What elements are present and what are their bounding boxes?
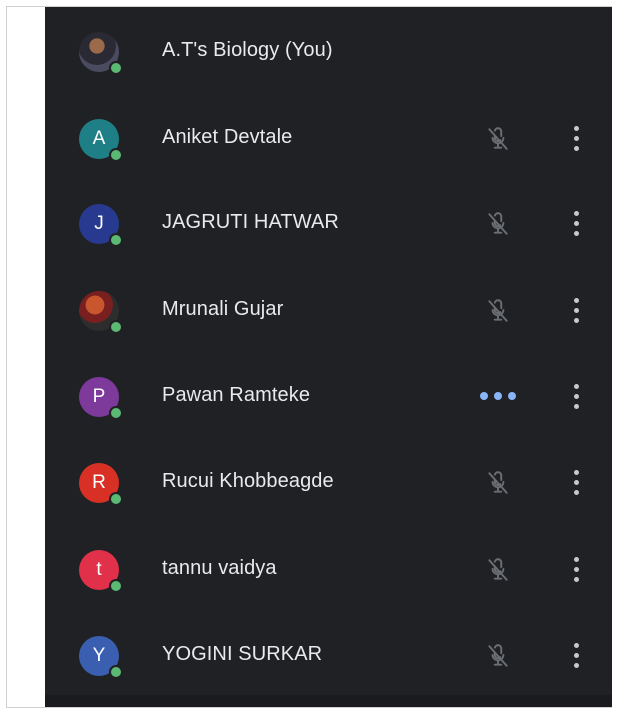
menu-dot [574,490,579,495]
participant-row[interactable]: Y YOGINI SURKAR [45,613,612,699]
menu-dot [574,318,579,323]
more-vert-icon[interactable] [564,295,588,327]
avatar-container: t [79,550,123,593]
more-vert-icon[interactable] [564,123,588,155]
menu-dot [574,211,579,216]
menu-dot [574,126,579,131]
menu-dot [574,480,579,485]
participant-row[interactable]: J JAGRUTI HATWAR [45,181,612,267]
participant-name: Aniket Devtale [162,126,293,148]
participant-name: A.T's Biology (You) [162,39,333,61]
speaking-dots-icon [480,392,520,402]
presence-indicator [109,665,123,679]
presence-indicator [109,579,123,593]
speaking-dot [508,392,516,400]
presence-indicator [109,320,123,334]
more-vert-icon[interactable] [564,467,588,499]
speaking-dot [494,392,502,400]
avatar-container: A [79,119,123,162]
mic-off-icon [485,211,511,237]
mic-off-icon [485,126,511,152]
speaking-dot [480,392,488,400]
avatar-container: Y [79,636,123,679]
participant-row[interactable]: P Pawan Ramteke [45,354,612,440]
avatar-container [79,32,123,75]
mic-off-icon [485,643,511,669]
participant-row[interactable]: R Rucui Khobbeagde [45,440,612,526]
participant-name: JAGRUTI HATWAR [162,211,339,233]
menu-dot [574,557,579,562]
participant-row[interactable]: A Aniket Devtale [45,96,612,182]
menu-dot [574,470,579,475]
participant-name: Rucui Khobbeagde [162,470,334,492]
menu-dot [574,404,579,409]
screenshot-frame: A.T's Biology (You) A Aniket Devtale J JAGRU… [6,6,612,708]
panel-footer-edge [45,695,612,707]
presence-indicator [109,233,123,247]
menu-dot [574,663,579,668]
avatar-container: R [79,463,123,506]
menu-dot [574,643,579,648]
avatar-container: J [79,204,123,247]
menu-dot [574,567,579,572]
participant-row[interactable]: Mrunali Gujar [45,268,612,354]
participant-name: Pawan Ramteke [162,384,311,406]
participant-name: Mrunali Gujar [162,298,284,320]
mic-off-icon [485,298,511,324]
menu-dot [574,384,579,389]
menu-dot [574,298,579,303]
more-vert-icon[interactable] [564,554,588,586]
more-vert-icon[interactable] [564,640,588,672]
presence-indicator [109,61,123,75]
mic-off-icon [485,470,511,496]
menu-dot [574,394,579,399]
menu-dot [574,577,579,582]
presence-indicator [109,148,123,162]
participant-name: tannu vaidya [162,557,277,579]
menu-dot [574,653,579,658]
menu-dot [574,146,579,151]
avatar-container: P [79,377,123,420]
presence-indicator [109,406,123,420]
more-vert-icon[interactable] [564,381,588,413]
participants-panel: A.T's Biology (You) A Aniket Devtale J JAGRU… [45,7,612,707]
menu-dot [574,308,579,313]
menu-dot [574,136,579,141]
presence-indicator [109,492,123,506]
mic-off-icon [485,557,511,583]
participant-row[interactable]: A.T's Biology (You) [45,9,612,95]
avatar-container [79,291,123,334]
participant-row[interactable]: t tannu vaidya [45,527,612,613]
more-vert-icon[interactable] [564,208,588,240]
menu-dot [574,231,579,236]
menu-dot [574,221,579,226]
participant-name: YOGINI SURKAR [162,643,323,665]
